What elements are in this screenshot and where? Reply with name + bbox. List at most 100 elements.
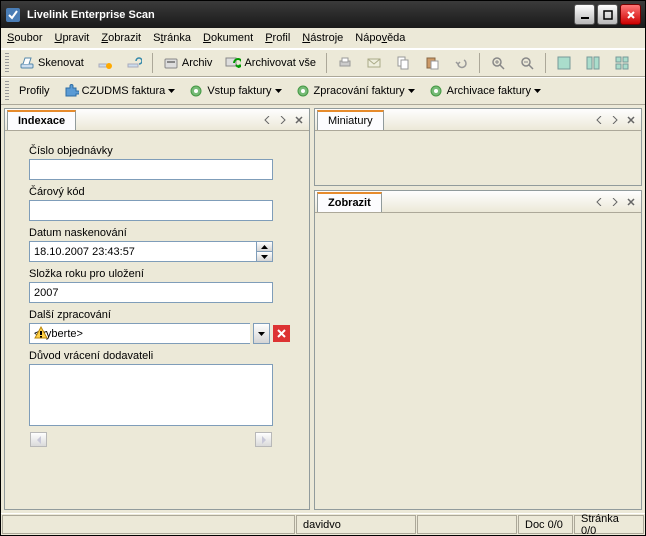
status-mid [417, 515, 517, 534]
toolbar-separator [545, 53, 546, 73]
zoom-in-icon [490, 55, 506, 71]
scan-pause-button[interactable] [92, 52, 118, 74]
view1-button[interactable] [551, 52, 577, 74]
menu-napoveda[interactable]: Nápověda [355, 32, 405, 44]
dalsi-select[interactable] [29, 323, 250, 344]
zobrazit-header: Zobrazit [315, 191, 641, 213]
toolbar-profiles: Profily CZUDMS faktura Vstup faktury Zpr… [1, 77, 645, 105]
view3-button[interactable] [609, 52, 635, 74]
paste-button[interactable] [419, 52, 445, 74]
cislo-label: Číslo objednávky [29, 145, 297, 157]
slozka-input[interactable] [29, 282, 273, 303]
app-window: Livelink Enterprise Scan Soubor Upravit … [0, 0, 646, 536]
window-title: Livelink Enterprise Scan [27, 9, 572, 21]
scroll-left-button[interactable] [30, 432, 47, 447]
profiles-label: Profily [19, 85, 50, 97]
zpracovani-label: Zpracování faktury [314, 85, 405, 97]
menu-dokument[interactable]: Dokument [203, 32, 253, 44]
spin-down-button[interactable] [257, 252, 272, 261]
zoom-in-button[interactable] [485, 52, 511, 74]
chevron-down-icon [408, 88, 415, 95]
right-column: Miniatury Zobrazit [314, 108, 642, 510]
toolbar-grip[interactable] [5, 81, 9, 101]
indexace-tab[interactable]: Indexace [7, 110, 76, 130]
datum-label: Datum naskenování [29, 227, 297, 239]
menu-zobrazit[interactable]: Zobrazit [101, 32, 141, 44]
vstup-label: Vstup faktury [207, 85, 271, 97]
view2-button[interactable] [580, 52, 606, 74]
czudms-label: CZUDMS faktura [82, 85, 166, 97]
view2-icon [585, 55, 601, 71]
mail-icon [366, 55, 382, 71]
status-doc: Doc 0/0 [518, 515, 573, 534]
toolbar-main: Skenovat Archiv Archivovat vše [1, 49, 645, 77]
undo-button[interactable] [448, 52, 474, 74]
view3-icon [614, 55, 630, 71]
print-icon [337, 55, 353, 71]
dalsi-dropdown-button[interactable] [253, 323, 270, 344]
chevron-down-icon [275, 88, 282, 95]
undo-icon [453, 55, 469, 71]
panel-next-button[interactable] [277, 114, 289, 126]
cislo-input[interactable] [29, 159, 273, 180]
miniatury-tab[interactable]: Miniatury [317, 110, 384, 130]
scroll-right-button[interactable] [255, 432, 272, 447]
menu-stranka[interactable]: Stránka [153, 32, 191, 44]
puzzle-icon [63, 83, 79, 99]
status-message [2, 515, 295, 534]
work-area: Indexace Číslo objednávky Čárový kód Dat… [1, 105, 645, 513]
scan-button[interactable]: Skenovat [14, 52, 89, 74]
menu-nastroje[interactable]: Nástroje [302, 32, 343, 44]
spin-up-button[interactable] [257, 242, 272, 252]
print-button[interactable] [332, 52, 358, 74]
app-icon [5, 7, 21, 23]
maximize-button[interactable] [597, 4, 618, 25]
indexace-header: Indexace [5, 109, 309, 131]
chevron-down-icon [168, 88, 175, 95]
panel-prev-button[interactable] [261, 114, 273, 126]
archive-label: Archiv [182, 57, 213, 69]
status-page: Stránka 0/0 [574, 515, 644, 534]
miniatury-panel: Miniatury [314, 108, 642, 186]
panel-close-button[interactable] [293, 114, 305, 126]
toolbar-separator [152, 53, 153, 73]
close-button[interactable] [620, 4, 641, 25]
datum-input[interactable] [29, 241, 256, 262]
menu-upravit[interactable]: Upravit [54, 32, 89, 44]
panel-prev-button[interactable] [593, 114, 605, 126]
indexace-tab-label: Indexace [18, 115, 65, 127]
datum-spinner [256, 241, 273, 262]
archive-button[interactable]: Archiv [158, 52, 218, 74]
zobrazit-tab[interactable]: Zobrazit [317, 192, 382, 212]
toolbar-grip[interactable] [5, 53, 9, 73]
paste-icon [424, 55, 440, 71]
menu-soubor[interactable]: Soubor [7, 32, 42, 44]
duvod-textarea[interactable] [29, 364, 273, 426]
panel-close-button[interactable] [625, 196, 637, 208]
zoom-out-button[interactable] [514, 52, 540, 74]
mail-button[interactable] [361, 52, 387, 74]
scan-refresh-icon [126, 55, 142, 71]
panel-close-button[interactable] [625, 114, 637, 126]
archive-all-button[interactable]: Archivovat vše [220, 52, 321, 74]
status-user: davidvo [296, 515, 416, 534]
zpracovani-button[interactable]: Zpracování faktury [290, 80, 420, 102]
dalsi-clear-button[interactable] [273, 325, 290, 342]
toolbar-separator [479, 53, 480, 73]
panel-next-button[interactable] [609, 114, 621, 126]
miniatury-tab-label: Miniatury [328, 115, 373, 127]
panel-next-button[interactable] [609, 196, 621, 208]
carovy-input[interactable] [29, 200, 273, 221]
archivace-button[interactable]: Archivace faktury [423, 80, 546, 102]
copy-button[interactable] [390, 52, 416, 74]
hscroll [29, 431, 273, 448]
minimize-button[interactable] [574, 4, 595, 25]
vstup-button[interactable]: Vstup faktury [183, 80, 286, 102]
scan-refresh-button[interactable] [121, 52, 147, 74]
profiles-button[interactable]: Profily [14, 80, 55, 102]
panel-prev-button[interactable] [593, 196, 605, 208]
menu-profil[interactable]: Profil [265, 32, 290, 44]
indexace-body: Číslo objednávky Čárový kód Datum nasken… [5, 131, 309, 509]
indexace-panel: Indexace Číslo objednávky Čárový kód Dat… [4, 108, 310, 510]
czudms-button[interactable]: CZUDMS faktura [58, 80, 181, 102]
